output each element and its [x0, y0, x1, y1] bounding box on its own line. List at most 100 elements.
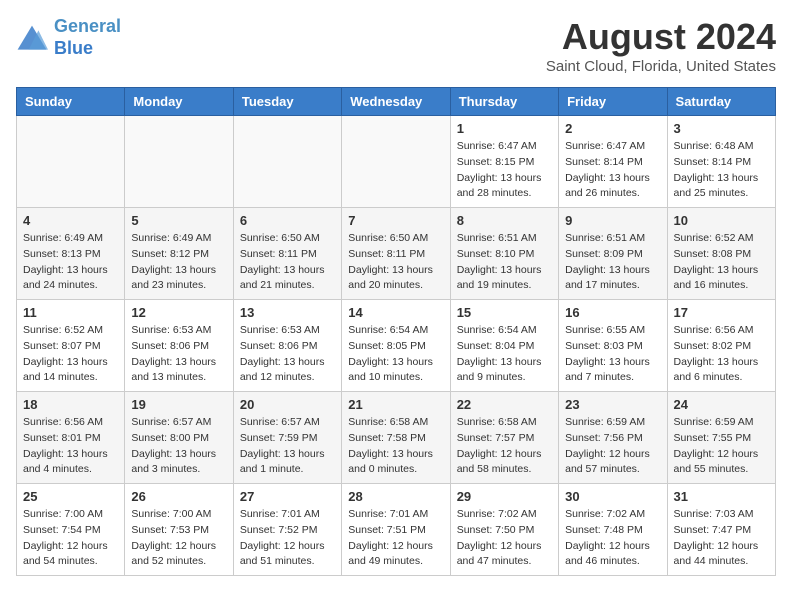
- day-info-4: Sunrise: 6:49 AMSunset: 8:13 PMDaylight:…: [23, 231, 118, 294]
- day-number-30: 30: [565, 489, 660, 504]
- day-number-11: 11: [23, 305, 118, 320]
- day-cell-30: 30 Sunrise: 7:02 AMSunset: 7:48 PMDayligh…: [559, 484, 667, 576]
- header-tuesday: Tuesday: [233, 88, 341, 116]
- day-cell-6: 6 Sunrise: 6:50 AMSunset: 8:11 PMDaylight…: [233, 208, 341, 300]
- day-cell-26: 26 Sunrise: 7:00 AMSunset: 7:53 PMDayligh…: [125, 484, 233, 576]
- logo: General Blue: [16, 16, 121, 59]
- day-number-31: 31: [674, 489, 769, 504]
- day-cell-14: 14Sunrise: 6:54 AMSunset: 8:05 PMDayligh…: [342, 300, 450, 392]
- day-info-11: Sunrise: 6:52 AMSunset: 8:07 PMDaylight:…: [23, 323, 118, 386]
- day-cell-11: 11 Sunrise: 6:52 AMSunset: 8:07 PMDayligh…: [17, 300, 125, 392]
- day-info-26: Sunrise: 7:00 AMSunset: 7:53 PMDaylight:…: [131, 507, 226, 570]
- day-info-8: Sunrise: 6:51 AMSunset: 8:10 PMDaylight:…: [457, 231, 552, 294]
- day-cell-15: 15 Sunrise: 6:54 AMSunset: 8:04 PMDayligh…: [450, 300, 558, 392]
- day-number-24: 24: [674, 397, 769, 412]
- day-info-28: Sunrise: 7:01 AMSunset: 7:51 PMDaylight:…: [348, 507, 443, 570]
- day-number-21: 21: [348, 397, 443, 412]
- header-friday: Friday: [559, 88, 667, 116]
- day-number-16: 16: [565, 305, 660, 320]
- day-info-3: Sunrise: 6:48 AMSunset: 8:14 PMDaylight:…: [674, 139, 769, 202]
- day-number-20: 20: [240, 397, 335, 412]
- day-info-9: Sunrise: 6:51 AMSunset: 8:09 PMDaylight:…: [565, 231, 660, 294]
- day-number-17: 17: [674, 305, 769, 320]
- day-info-1: Sunrise: 6:47 AMSunset: 8:15 PMDaylight:…: [457, 139, 552, 202]
- week-row-2: 4Sunrise: 6:49 AMSunset: 8:13 PMDaylight…: [17, 208, 776, 300]
- day-cell-1: 1 Sunrise: 6:47 AMSunset: 8:15 PMDaylight…: [450, 116, 558, 208]
- day-cell-12: 12 Sunrise: 6:53 AMSunset: 8:06 PMDayligh…: [125, 300, 233, 392]
- day-cell-19: 19 Sunrise: 6:57 AMSunset: 8:00 PMDayligh…: [125, 392, 233, 484]
- day-cell-16: 16 Sunrise: 6:55 AMSunset: 8:03 PMDayligh…: [559, 300, 667, 392]
- day-number-6: 6: [240, 213, 335, 228]
- day-number-26: 26: [131, 489, 226, 504]
- day-info-6: Sunrise: 6:50 AMSunset: 8:11 PMDaylight:…: [240, 231, 335, 294]
- day-number-9: 9: [565, 213, 660, 228]
- day-number-2: 2: [565, 121, 660, 136]
- calendar-header-row: SundayMondayTuesdayWednesdayThursdayFrid…: [17, 88, 776, 116]
- day-info-12: Sunrise: 6:53 AMSunset: 8:06 PMDaylight:…: [131, 323, 226, 386]
- empty-cell: [125, 116, 233, 208]
- day-info-22: Sunrise: 6:58 AMSunset: 7:57 PMDaylight:…: [457, 415, 552, 478]
- day-info-23: Sunrise: 6:59 AMSunset: 7:56 PMDaylight:…: [565, 415, 660, 478]
- day-number-10: 10: [674, 213, 769, 228]
- day-cell-25: 25 Sunrise: 7:00 AMSunset: 7:54 PMDayligh…: [17, 484, 125, 576]
- day-cell-7: 7 Sunrise: 6:50 AMSunset: 8:11 PMDaylight…: [342, 208, 450, 300]
- day-cell-27: 27 Sunrise: 7:01 AMSunset: 7:52 PMDayligh…: [233, 484, 341, 576]
- day-cell-9: 9 Sunrise: 6:51 AMSunset: 8:09 PMDaylight…: [559, 208, 667, 300]
- day-cell-4: 4Sunrise: 6:49 AMSunset: 8:13 PMDaylight…: [17, 208, 125, 300]
- day-cell-24: 24Sunrise: 6:59 AMSunset: 7:55 PMDayligh…: [667, 392, 775, 484]
- day-cell-23: 23 Sunrise: 6:59 AMSunset: 7:56 PMDayligh…: [559, 392, 667, 484]
- day-info-25: Sunrise: 7:00 AMSunset: 7:54 PMDaylight:…: [23, 507, 118, 570]
- week-row-1: 1 Sunrise: 6:47 AMSunset: 8:15 PMDaylight…: [17, 116, 776, 208]
- day-number-27: 27: [240, 489, 335, 504]
- day-info-29: Sunrise: 7:02 AMSunset: 7:50 PMDaylight:…: [457, 507, 552, 570]
- header-saturday: Saturday: [667, 88, 775, 116]
- day-cell-28: 28 Sunrise: 7:01 AMSunset: 7:51 PMDayligh…: [342, 484, 450, 576]
- day-cell-13: 13 Sunrise: 6:53 AMSunset: 8:06 PMDayligh…: [233, 300, 341, 392]
- day-info-20: Sunrise: 6:57 AMSunset: 7:59 PMDaylight:…: [240, 415, 335, 478]
- day-number-8: 8: [457, 213, 552, 228]
- day-info-27: Sunrise: 7:01 AMSunset: 7:52 PMDaylight:…: [240, 507, 335, 570]
- day-info-2: Sunrise: 6:47 AMSunset: 8:14 PMDaylight:…: [565, 139, 660, 202]
- empty-cell: [233, 116, 341, 208]
- day-info-30: Sunrise: 7:02 AMSunset: 7:48 PMDaylight:…: [565, 507, 660, 570]
- day-info-13: Sunrise: 6:53 AMSunset: 8:06 PMDaylight:…: [240, 323, 335, 386]
- day-cell-31: 31 Sunrise: 7:03 AMSunset: 7:47 PMDayligh…: [667, 484, 775, 576]
- day-info-15: Sunrise: 6:54 AMSunset: 8:04 PMDaylight:…: [457, 323, 552, 386]
- header-monday: Monday: [125, 88, 233, 116]
- day-number-18: 18: [23, 397, 118, 412]
- day-number-15: 15: [457, 305, 552, 320]
- day-info-16: Sunrise: 6:55 AMSunset: 8:03 PMDaylight:…: [565, 323, 660, 386]
- day-number-25: 25: [23, 489, 118, 504]
- empty-cell: [17, 116, 125, 208]
- day-number-5: 5: [131, 213, 226, 228]
- day-number-1: 1: [457, 121, 552, 136]
- day-info-17: Sunrise: 6:56 AMSunset: 8:02 PMDaylight:…: [674, 323, 769, 386]
- day-cell-3: 3 Sunrise: 6:48 AMSunset: 8:14 PMDaylight…: [667, 116, 775, 208]
- day-info-7: Sunrise: 6:50 AMSunset: 8:11 PMDaylight:…: [348, 231, 443, 294]
- day-number-14: 14: [348, 305, 443, 320]
- logo-icon: [16, 24, 48, 52]
- day-info-31: Sunrise: 7:03 AMSunset: 7:47 PMDaylight:…: [674, 507, 769, 570]
- logo-text: General Blue: [54, 16, 121, 59]
- day-number-19: 19: [131, 397, 226, 412]
- day-number-12: 12: [131, 305, 226, 320]
- day-number-13: 13: [240, 305, 335, 320]
- day-cell-8: 8 Sunrise: 6:51 AMSunset: 8:10 PMDaylight…: [450, 208, 558, 300]
- day-number-7: 7: [348, 213, 443, 228]
- header-wednesday: Wednesday: [342, 88, 450, 116]
- day-cell-17: 17 Sunrise: 6:56 AMSunset: 8:02 PMDayligh…: [667, 300, 775, 392]
- day-info-5: Sunrise: 6:49 AMSunset: 8:12 PMDaylight:…: [131, 231, 226, 294]
- calendar-title: August 2024: [546, 16, 776, 58]
- day-info-19: Sunrise: 6:57 AMSunset: 8:00 PMDaylight:…: [131, 415, 226, 478]
- week-row-3: 11 Sunrise: 6:52 AMSunset: 8:07 PMDayligh…: [17, 300, 776, 392]
- day-number-3: 3: [674, 121, 769, 136]
- day-cell-22: 22Sunrise: 6:58 AMSunset: 7:57 PMDayligh…: [450, 392, 558, 484]
- day-number-23: 23: [565, 397, 660, 412]
- day-number-28: 28: [348, 489, 443, 504]
- title-block: August 2024 Saint Cloud, Florida, United…: [546, 16, 776, 75]
- day-info-10: Sunrise: 6:52 AMSunset: 8:08 PMDaylight:…: [674, 231, 769, 294]
- day-cell-29: 29 Sunrise: 7:02 AMSunset: 7:50 PMDayligh…: [450, 484, 558, 576]
- empty-cell: [342, 116, 450, 208]
- day-number-29: 29: [457, 489, 552, 504]
- calendar-table: SundayMondayTuesdayWednesdayThursdayFrid…: [16, 87, 776, 576]
